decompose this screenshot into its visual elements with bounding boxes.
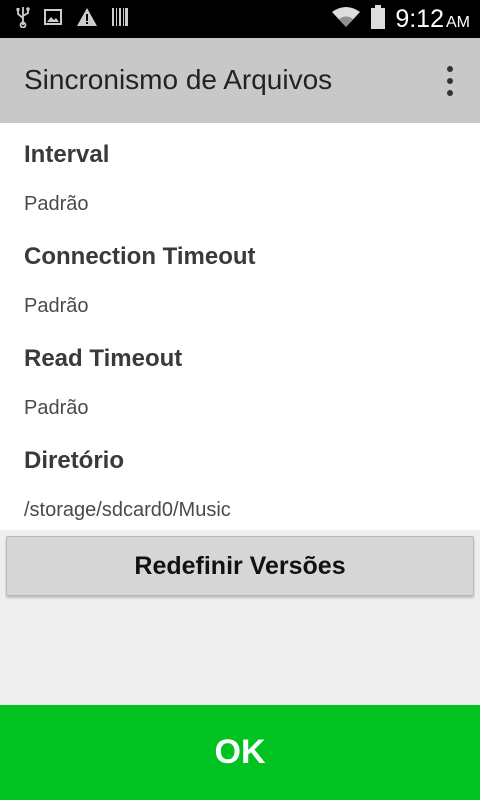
more-vert-icon[interactable] (442, 66, 458, 96)
pref-read-timeout-summary: Padrão (24, 397, 89, 419)
pref-read-timeout[interactable]: Read Timeout (24, 345, 182, 373)
status-bar: 9:12 AM (0, 0, 480, 38)
warning-icon (76, 7, 98, 32)
reset-versions-button[interactable]: Redefinir Versões (6, 536, 474, 596)
pref-directory[interactable]: Diretório (24, 447, 124, 475)
clock: 9:12 AM (395, 5, 470, 34)
clock-time: 9:12 (395, 4, 444, 33)
page-title: Sincronismo de Arquivos (24, 64, 333, 95)
barcode-icon (112, 7, 128, 31)
app-bar: Sincronismo de Arquivos (0, 38, 480, 123)
usb-icon (16, 6, 30, 33)
pref-read-timeout-title: Read Timeout (24, 345, 183, 372)
ok-button[interactable]: OK (0, 705, 480, 800)
pref-directory-summary: /storage/sdcard0/Music (24, 499, 231, 521)
clock-ampm: AM (446, 13, 470, 31)
pref-interval-summary: Padrão (24, 193, 89, 215)
system-icons: 9:12 AM (331, 4, 470, 34)
preferences-list: Interval Padrão Connection Timeout Padrã… (0, 123, 480, 530)
battery-icon (371, 4, 386, 34)
wifi-icon (331, 6, 361, 33)
notification-icons (16, 6, 128, 33)
pref-interval[interactable]: Interval (24, 141, 109, 169)
pref-directory-title: Diretório (24, 447, 125, 474)
pref-connection-timeout[interactable]: Connection Timeout (24, 243, 256, 271)
pref-interval-title: Interval (24, 141, 110, 168)
pref-connection-timeout-summary: Padrão (24, 295, 89, 317)
image-icon (44, 8, 62, 30)
pref-connection-timeout-title: Connection Timeout (24, 243, 256, 270)
